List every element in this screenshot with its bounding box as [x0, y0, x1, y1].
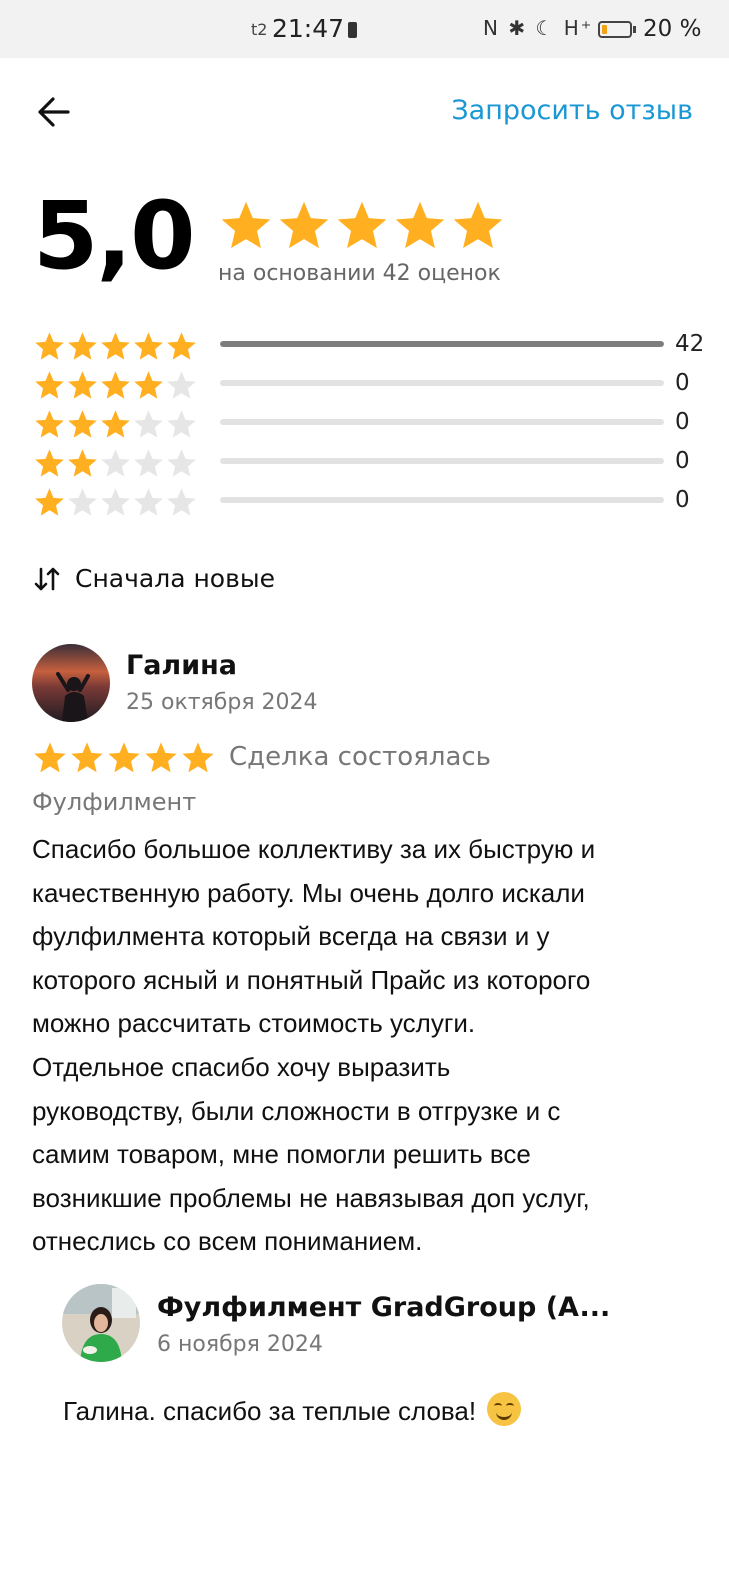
star-filled-icon: [134, 332, 163, 360]
star-empty-icon: [167, 449, 196, 477]
battery-saver-icon: [348, 22, 357, 38]
rating-progress-bar: [220, 341, 664, 347]
star-filled-icon: [279, 201, 329, 249]
sort-arrows-icon: [34, 567, 60, 591]
rating-progress-bar: [220, 458, 664, 464]
star-filled-icon: [68, 449, 97, 477]
reply-text: Галина. спасибо за теплые слова!: [63, 1392, 522, 1427]
reviewer-name[interactable]: Галина: [126, 650, 237, 681]
star-filled-icon: [34, 742, 66, 773]
rating-row-stars: [33, 330, 198, 363]
review-text: Спасибо большое коллективу за их быструю…: [32, 834, 596, 1257]
summary-stars: [218, 198, 506, 254]
star-empty-icon: [101, 449, 130, 477]
request-review-link[interactable]: Запросить отзыв: [451, 95, 693, 126]
clock-time: 21:47: [272, 14, 345, 43]
star-filled-icon: [35, 449, 64, 477]
rating-count: 0: [675, 409, 690, 435]
status-bar: t2 21:47 N ✱ ☾ H⁺ 20 %: [0, 0, 729, 58]
review-category: Фулфилмент: [32, 788, 197, 816]
deal-status: Сделка состоялась: [229, 742, 492, 772]
star-filled-icon: [101, 332, 130, 360]
star-empty-icon: [167, 488, 196, 516]
reviewer-avatar[interactable]: [32, 644, 110, 722]
star-empty-icon: [167, 410, 196, 438]
rating-row-stars: [33, 369, 198, 402]
rating-progress-bar: [220, 497, 664, 503]
rating-count: 42: [675, 331, 705, 357]
star-filled-icon: [134, 371, 163, 399]
battery-tip: [633, 26, 636, 33]
status-icons: N ✱ ☾ H⁺: [483, 16, 594, 40]
rating-row-4: 0: [33, 369, 713, 401]
ratings-count-text: на основании 42 оценок: [218, 261, 501, 286]
rating-row-2: 0: [33, 447, 713, 479]
rating-row-stars: [33, 408, 198, 441]
star-filled-icon: [68, 332, 97, 360]
star-empty-icon: [101, 488, 130, 516]
rating-progress-fill: [220, 341, 664, 347]
star-empty-icon: [68, 488, 97, 516]
back-button[interactable]: [34, 92, 74, 132]
star-filled-icon: [35, 371, 64, 399]
star-empty-icon: [134, 410, 163, 438]
smiling-face-emoji: [487, 1392, 522, 1426]
star-filled-icon: [35, 332, 64, 360]
arrow-left-icon: [38, 97, 70, 127]
star-filled-icon: [68, 410, 97, 438]
seller-avatar[interactable]: [62, 1284, 140, 1362]
reply-text-body: Галина. спасибо за теплые слова!: [63, 1396, 477, 1426]
rating-count: 0: [675, 370, 690, 396]
star-empty-icon: [167, 371, 196, 399]
star-empty-icon: [134, 488, 163, 516]
seller-name[interactable]: Фулфилмент GradGroup (A...: [157, 1292, 610, 1323]
rating-row-3: 0: [33, 408, 713, 440]
star-filled-icon: [337, 201, 387, 249]
rating-row-stars: [33, 447, 198, 480]
star-filled-icon: [101, 410, 130, 438]
star-filled-icon: [167, 332, 196, 360]
star-filled-icon: [108, 742, 140, 773]
star-filled-icon: [71, 742, 103, 773]
reply-date: 6 ноября 2024: [157, 1332, 323, 1357]
star-empty-icon: [134, 449, 163, 477]
review-date: 25 октября 2024: [126, 690, 318, 715]
battery-percent: 20 %: [643, 16, 702, 42]
review-stars: [32, 740, 216, 776]
star-filled-icon: [221, 201, 271, 249]
rating-progress-bar: [220, 380, 664, 386]
star-filled-icon: [182, 742, 214, 773]
rating-row-5: 42: [33, 330, 713, 362]
battery-icon: [598, 21, 632, 38]
star-filled-icon: [395, 201, 445, 249]
rating-row-stars: [33, 486, 198, 519]
rating-count: 0: [675, 448, 690, 474]
star-filled-icon: [35, 410, 64, 438]
carrier-label: t2: [251, 20, 268, 39]
star-filled-icon: [68, 371, 97, 399]
star-filled-icon: [453, 201, 503, 249]
rating-count: 0: [675, 487, 690, 513]
average-score: 5,0: [33, 182, 196, 291]
rating-progress-bar: [220, 419, 664, 425]
sort-label: Сначала новые: [75, 564, 275, 593]
star-filled-icon: [145, 742, 177, 773]
star-filled-icon: [101, 371, 130, 399]
star-filled-icon: [35, 488, 64, 516]
rating-row-1: 0: [33, 486, 713, 518]
